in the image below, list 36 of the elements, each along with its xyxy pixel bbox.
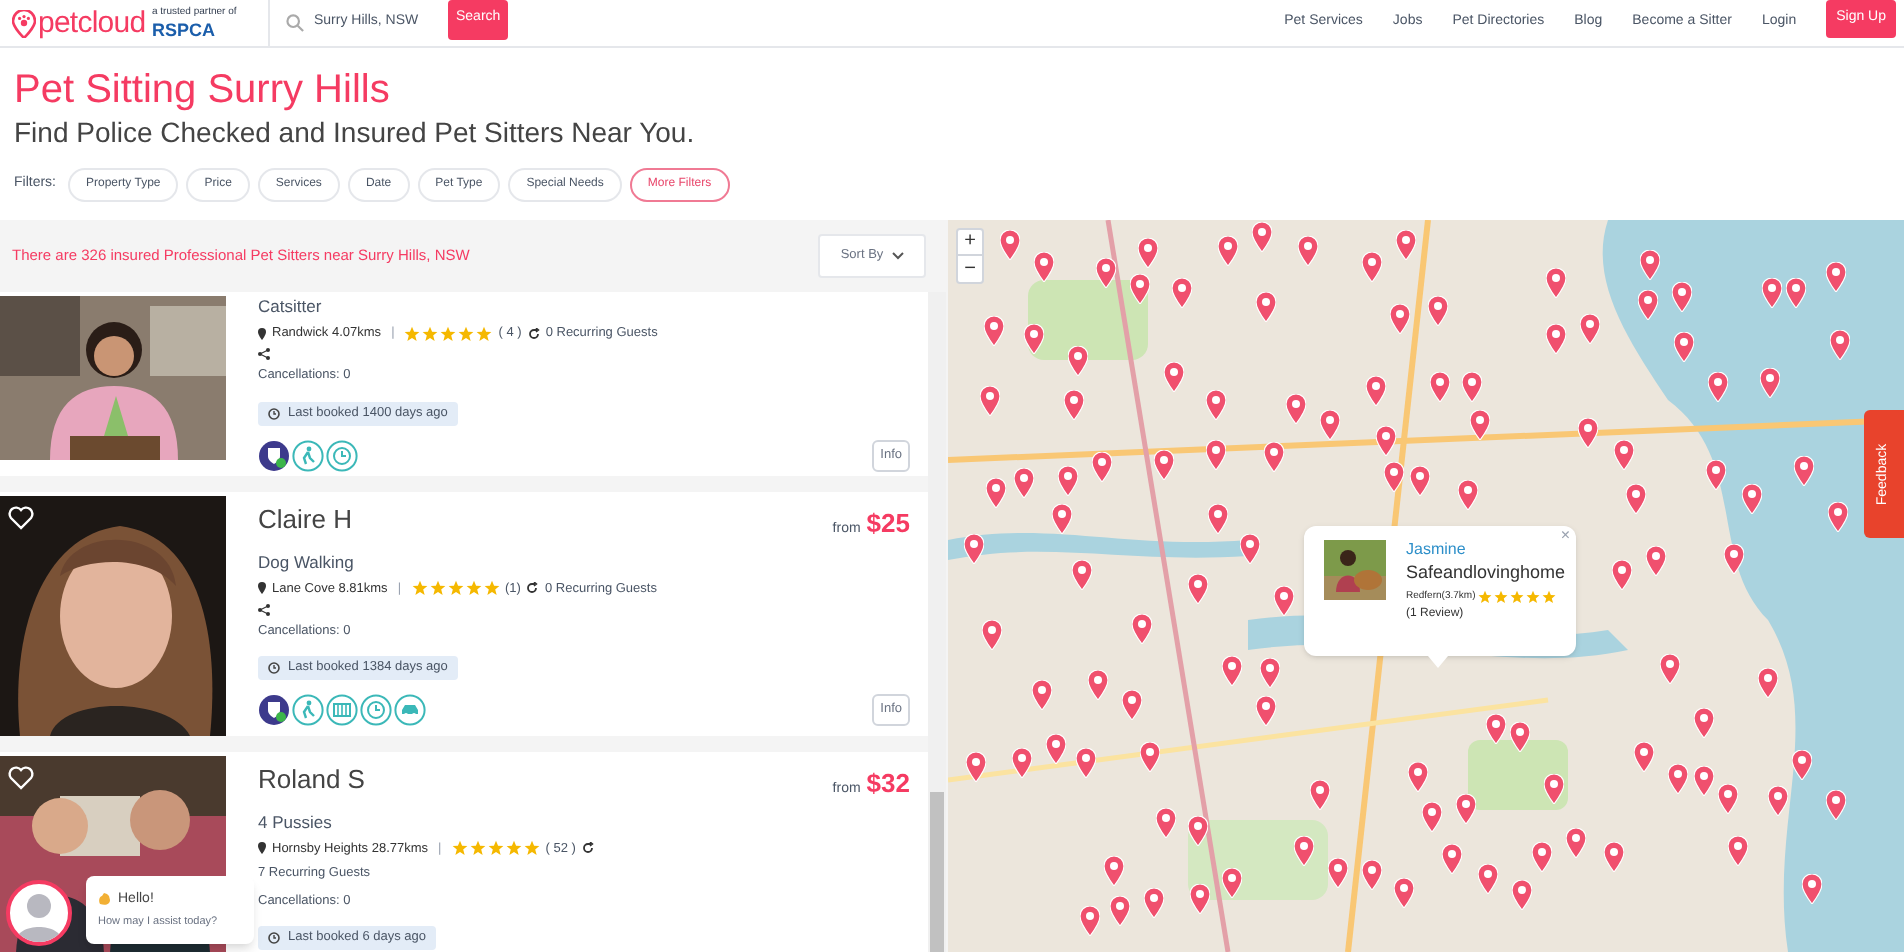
price: $32 bbox=[866, 766, 910, 802]
share-icon[interactable] bbox=[258, 603, 270, 615]
service-title: Catsitter bbox=[258, 296, 324, 318]
location-pin-icon bbox=[258, 842, 266, 854]
clock-icon bbox=[326, 439, 358, 472]
kennel-icon bbox=[326, 694, 358, 727]
heart-icon[interactable] bbox=[8, 766, 34, 790]
clock-icon bbox=[268, 932, 280, 945]
partner-logo-text: RSPCA bbox=[152, 21, 218, 39]
sitter-name[interactable]: Claire H bbox=[258, 504, 352, 536]
chevron-down-icon bbox=[891, 252, 904, 260]
clock-icon bbox=[268, 407, 280, 420]
clock-icon bbox=[268, 662, 280, 675]
paw-pin-icon bbox=[12, 9, 36, 37]
price: $25 bbox=[866, 506, 910, 542]
search-icon bbox=[286, 14, 304, 32]
repeat-icon bbox=[527, 327, 540, 339]
heart-icon[interactable] bbox=[8, 506, 34, 530]
sitter-name[interactable]: Roland S bbox=[258, 764, 365, 796]
page-title: Pet Sitting Surry Hills bbox=[14, 68, 392, 112]
repeat-icon bbox=[581, 842, 594, 854]
walking-person-icon bbox=[292, 694, 324, 727]
service-title: Dog Walking bbox=[258, 551, 356, 573]
location-pin-icon bbox=[258, 327, 266, 339]
clock-icon bbox=[360, 694, 392, 727]
car-icon bbox=[394, 694, 426, 727]
logo-text[interactable]: petcloud bbox=[38, 8, 146, 38]
repeat-icon bbox=[526, 582, 539, 594]
shield-badge-icon bbox=[258, 694, 290, 727]
page-subtitle: Find Police Checked and Insured Pet Sitters Near You. bbox=[14, 114, 697, 150]
service-title: 4 Pussies bbox=[258, 811, 334, 833]
walking-person-icon bbox=[292, 439, 324, 472]
scrollbar-thumb[interactable] bbox=[930, 792, 944, 952]
share-icon[interactable] bbox=[258, 348, 270, 360]
shield-badge-icon bbox=[258, 439, 290, 472]
location-pin-icon bbox=[258, 582, 266, 594]
